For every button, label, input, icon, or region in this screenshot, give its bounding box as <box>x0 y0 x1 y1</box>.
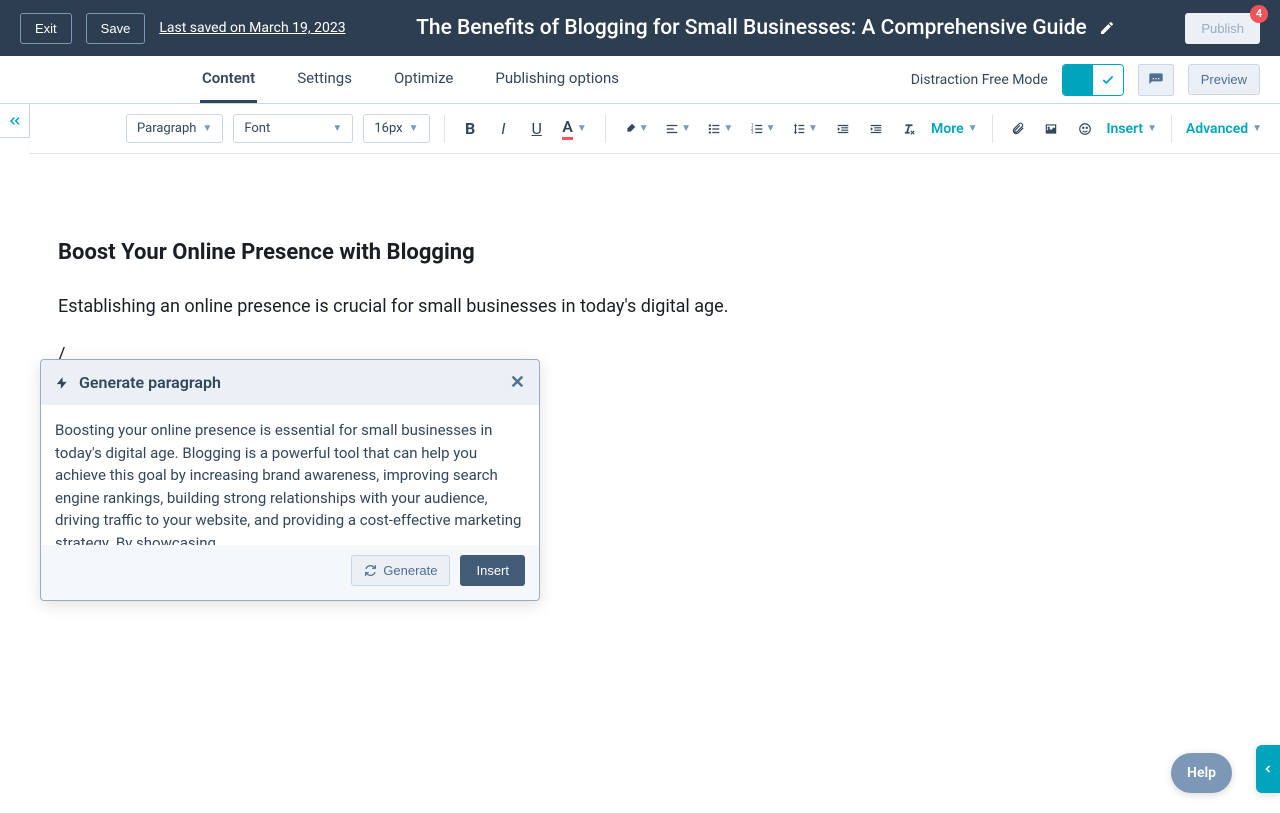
attachment-button[interactable] <box>1006 115 1029 143</box>
toggle-off[interactable] <box>1093 65 1123 95</box>
more-label: More <box>931 121 964 137</box>
sub-nav-right: Distraction Free Mode Preview <box>911 64 1260 96</box>
insert-button[interactable]: Insert <box>460 555 525 586</box>
publish-button[interactable]: Publish <box>1185 13 1260 44</box>
sub-nav: Content Settings Optimize Publishing opt… <box>0 56 1280 104</box>
page-title: The Benefits of Blogging for Small Busin… <box>416 16 1087 40</box>
publish-wrap: Publish 4 <box>1185 13 1260 44</box>
caret-down-icon: ▼ <box>202 123 212 134</box>
caret-down-icon: ▼ <box>332 123 342 134</box>
popover-title: Generate paragraph <box>55 373 221 392</box>
formatting-toolbar: Paragraph ▼ Font ▼ 16px ▼ B I U A▼ ▼ ▼ ▼… <box>30 104 1280 154</box>
popover-footer: Generate Insert <box>41 545 539 600</box>
align-button[interactable]: ▼ <box>662 115 694 143</box>
drawer-toggle[interactable] <box>1256 745 1280 793</box>
close-icon[interactable]: ✕ <box>510 372 525 393</box>
generate-label: Generate <box>383 563 437 578</box>
style-select-value: Paragraph <box>137 121 196 136</box>
separator <box>444 115 445 143</box>
comment-button[interactable] <box>1138 64 1174 96</box>
font-select-value: Font <box>244 121 270 136</box>
exit-button[interactable]: Exit <box>20 13 72 44</box>
header-center: The Benefits of Blogging for Small Busin… <box>346 16 1186 40</box>
highlight-button[interactable]: ▼ <box>620 115 652 143</box>
underline-button[interactable]: U <box>525 115 548 143</box>
lightning-icon <box>55 375 69 391</box>
tab-optimize[interactable]: Optimize <box>392 56 455 103</box>
separator <box>1171 115 1172 143</box>
clear-format-button[interactable] <box>898 115 921 143</box>
separator <box>605 115 606 143</box>
distraction-mode-label: Distraction Free Mode <box>911 72 1048 88</box>
separator <box>992 115 993 143</box>
popover-title-text: Generate paragraph <box>79 373 221 392</box>
caret-down-icon: ▼ <box>639 123 649 134</box>
tab-settings[interactable]: Settings <box>295 56 354 103</box>
last-saved-link[interactable]: Last saved on March 19, 2023 <box>159 20 345 36</box>
tab-content[interactable]: Content <box>200 56 257 103</box>
svg-text:3: 3 <box>751 129 754 134</box>
save-button[interactable]: Save <box>86 13 146 44</box>
style-select[interactable]: Paragraph ▼ <box>126 114 223 143</box>
outdent-button[interactable] <box>831 115 854 143</box>
distraction-toggle[interactable] <box>1062 64 1124 96</box>
popover-header: Generate paragraph ✕ <box>41 360 539 405</box>
text-color-button[interactable]: A▼ <box>558 115 590 143</box>
bold-button[interactable]: B <box>458 115 481 143</box>
line-height-button[interactable]: ▼ <box>789 115 821 143</box>
emoji-button[interactable] <box>1073 115 1096 143</box>
caret-down-icon: ▼ <box>1252 123 1262 134</box>
advanced-menu[interactable]: Advanced ▼ <box>1186 121 1262 137</box>
caret-down-icon: ▼ <box>577 123 587 134</box>
image-button[interactable] <box>1040 115 1063 143</box>
caret-down-icon: ▼ <box>808 123 818 134</box>
advanced-label: Advanced <box>1186 121 1248 137</box>
toggle-on[interactable] <box>1063 65 1093 95</box>
preview-button[interactable]: Preview <box>1188 64 1260 95</box>
tab-publishing[interactable]: Publishing options <box>493 56 621 103</box>
caret-down-icon: ▼ <box>766 123 776 134</box>
insert-menu[interactable]: Insert ▼ <box>1106 121 1157 137</box>
caret-down-icon: ▼ <box>409 123 419 134</box>
edit-title-icon[interactable] <box>1099 20 1115 36</box>
size-select-value: 16px <box>374 121 402 136</box>
bullet-list-button[interactable]: ▼ <box>704 115 736 143</box>
more-button[interactable]: More ▼ <box>931 121 978 137</box>
generate-button[interactable]: Generate <box>351 555 450 586</box>
header-left: Exit Save Last saved on March 19, 2023 <box>20 13 346 44</box>
tabs: Content Settings Optimize Publishing opt… <box>200 56 621 103</box>
caret-down-icon: ▼ <box>968 123 978 134</box>
expand-sidebar-button[interactable] <box>0 104 30 138</box>
help-button[interactable]: Help <box>1171 753 1232 793</box>
refresh-icon <box>364 564 377 577</box>
caret-down-icon: ▼ <box>723 123 733 134</box>
size-select[interactable]: 16px ▼ <box>363 114 429 143</box>
header-right: Publish 4 <box>1185 13 1260 44</box>
italic-button[interactable]: I <box>492 115 515 143</box>
popover-body: Boosting your online presence is essenti… <box>41 405 539 545</box>
top-header: Exit Save Last saved on March 19, 2023 T… <box>0 0 1280 56</box>
indent-button[interactable] <box>864 115 887 143</box>
numbered-list-button[interactable]: 123 ▼ <box>746 115 778 143</box>
generate-paragraph-popover: Generate paragraph ✕ Boosting your onlin… <box>40 359 540 601</box>
font-select[interactable]: Font ▼ <box>233 114 353 143</box>
document-heading[interactable]: Boost Your Online Presence with Blogging <box>58 240 1252 265</box>
insert-label: Insert <box>1106 121 1143 137</box>
document-paragraph[interactable]: Establishing an online presence is cruci… <box>58 293 1252 320</box>
caret-down-icon: ▼ <box>1147 123 1157 134</box>
caret-down-icon: ▼ <box>681 123 691 134</box>
notification-badge[interactable]: 4 <box>1250 5 1268 23</box>
